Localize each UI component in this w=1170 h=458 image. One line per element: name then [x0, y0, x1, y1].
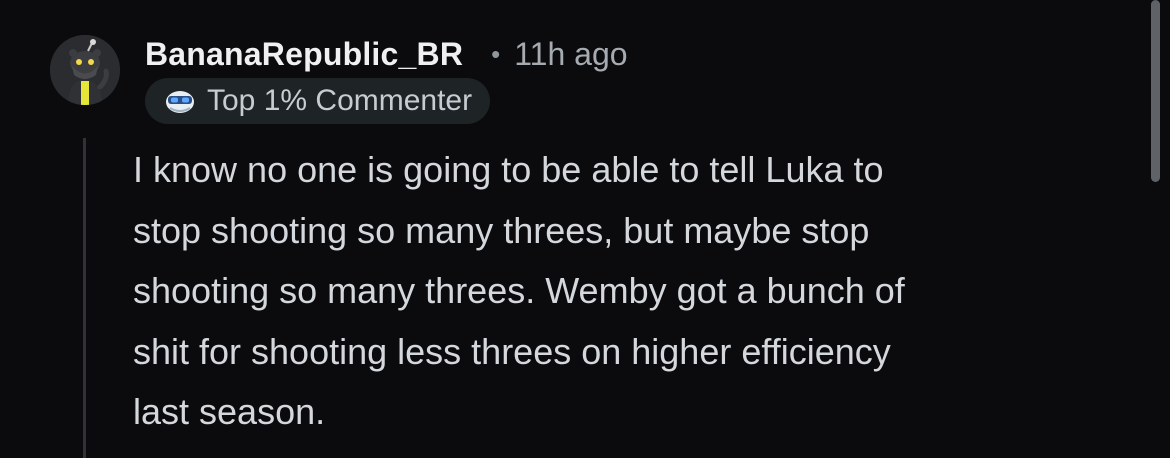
- top-commenter-icon: [166, 91, 194, 113]
- top-commenter-badge[interactable]: Top 1% Commenter: [145, 78, 491, 124]
- avatar-snoo-icon: [50, 35, 120, 105]
- comment-body-line: shooting so many threes. Wemby got a bun…: [133, 270, 905, 311]
- comment-body-line: I know no one is going to be able to tel…: [133, 149, 884, 190]
- comment-body-line: last season.: [133, 391, 326, 432]
- avatar[interactable]: [50, 35, 120, 105]
- separator-dot: •: [491, 38, 501, 69]
- thread-line[interactable]: [83, 138, 86, 458]
- badge-label: Top 1% Commenter: [207, 84, 473, 117]
- username[interactable]: BananaRepublic_BR: [145, 36, 463, 73]
- comment-header: BananaRepublic_BR • 11h ago: [145, 34, 628, 74]
- comment-body-line: stop shooting so many threes, but maybe …: [133, 209, 870, 251]
- timestamp[interactable]: 11h ago: [514, 36, 627, 73]
- comment: BananaRepublic_BR • 11h ago Top 1% Comme…: [0, 0, 1170, 458]
- comment-body: I know no one is going to be able to tel…: [133, 140, 1113, 443]
- comment-body-line: shit for shooting less threes on higher …: [133, 330, 891, 372]
- scrollbar[interactable]: [1151, 0, 1160, 182]
